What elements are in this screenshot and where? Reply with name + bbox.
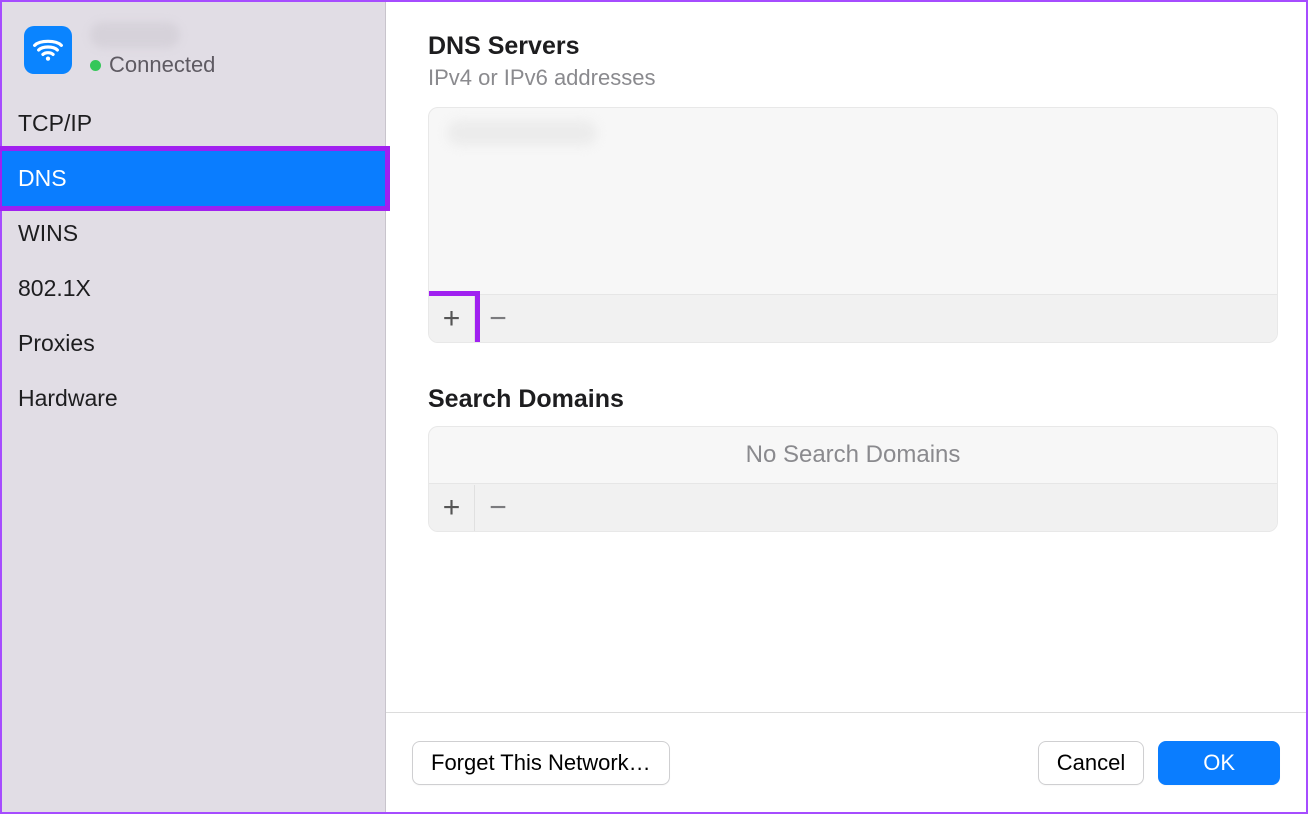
sidebar: Connected TCP/IP DNS WINS 802.1X Proxies…: [2, 2, 386, 812]
dns-servers-subtitle: IPv4 or IPv6 addresses: [428, 65, 1278, 91]
search-domains-footer: + −: [429, 483, 1277, 531]
plus-icon: +: [443, 304, 461, 334]
dns-servers-body[interactable]: [429, 108, 1277, 294]
content-area: DNS Servers IPv4 or IPv6 addresses + − S…: [386, 2, 1306, 712]
sidebar-item-tcpip[interactable]: TCP/IP: [2, 96, 385, 151]
minus-icon: −: [489, 493, 507, 523]
status-dot-icon: [90, 60, 101, 71]
connection-status: Connected: [90, 52, 215, 78]
dns-servers-footer: + −: [429, 294, 1277, 342]
wifi-icon: [24, 26, 72, 74]
dns-server-entry-redacted[interactable]: [447, 120, 597, 146]
plus-icon: +: [443, 493, 461, 523]
remove-dns-server-button[interactable]: −: [475, 296, 521, 342]
add-dns-server-button[interactable]: +: [429, 296, 475, 342]
search-domains-list[interactable]: No Search Domains + −: [428, 426, 1278, 532]
remove-search-domain-button[interactable]: −: [475, 485, 521, 531]
status-text: Connected: [109, 52, 215, 78]
sidebar-item-wins[interactable]: WINS: [2, 206, 385, 261]
add-search-domain-button[interactable]: +: [429, 485, 475, 531]
sidebar-item-dns[interactable]: DNS: [2, 151, 385, 206]
dns-servers-list[interactable]: + −: [428, 107, 1278, 343]
network-info: Connected: [90, 22, 215, 78]
search-domains-empty: No Search Domains: [429, 427, 1277, 483]
cancel-button[interactable]: Cancel: [1038, 741, 1144, 785]
network-name-redacted: [90, 22, 180, 48]
forget-network-button[interactable]: Forget This Network…: [412, 741, 670, 785]
footer-bar: Forget This Network… Cancel OK: [386, 712, 1306, 812]
minus-icon: −: [489, 304, 507, 334]
sidebar-item-hardware[interactable]: Hardware: [2, 371, 385, 426]
network-header: Connected: [2, 16, 385, 96]
dns-servers-title: DNS Servers: [428, 32, 1278, 61]
sidebar-item-proxies[interactable]: Proxies: [2, 316, 385, 371]
search-domains-title: Search Domains: [428, 385, 1278, 414]
ok-button[interactable]: OK: [1158, 741, 1280, 785]
sidebar-item-8021x[interactable]: 802.1X: [2, 261, 385, 316]
main-panel: DNS Servers IPv4 or IPv6 addresses + − S…: [386, 2, 1306, 812]
